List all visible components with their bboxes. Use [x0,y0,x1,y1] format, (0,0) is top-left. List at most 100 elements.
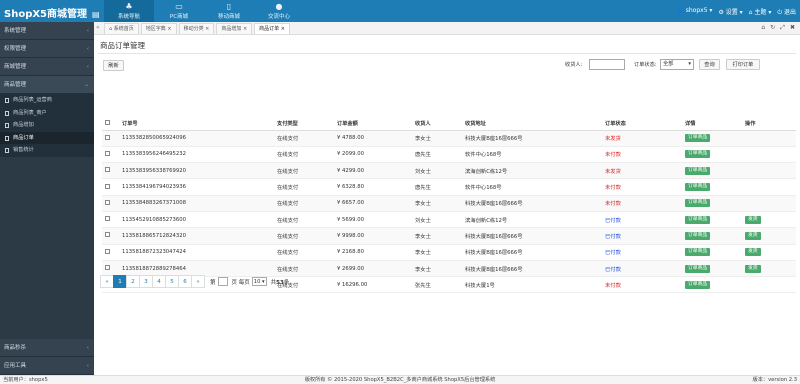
tab-scroll-left-icon[interactable]: « [96,24,100,31]
order-goods-button[interactable]: 订单商品 [685,166,711,175]
exit-button[interactable]: ⏻ 退出 [777,7,796,17]
close-icon[interactable]: × [279,26,285,32]
tab-bar: « ⌂ 系统首页 地区字典 × 移动分类 × 商品增加 × 商品订单 × ⌂ ↻ ⤢ ✖ [94,22,800,35]
tab-item[interactable]: 移动分类 × [178,23,215,34]
table-row: 1135384883267371008 在线支付 ¥ 6657.00 李女士 科技大厦B… [102,195,796,212]
ship-button[interactable]: 发货 [745,215,761,224]
top-nav-label: PC商城 [169,14,189,20]
col-amount: 订单金额 [337,117,415,131]
col-pay-type: 支付类型 [277,117,337,131]
menu-system[interactable]: 系统管理 ‹ [0,22,94,40]
ship-button[interactable]: 发货 [745,248,761,257]
tab-label: 系统首页 [113,26,134,32]
page-last-button[interactable]: » [191,275,205,288]
order-goods-button[interactable]: 订单商品 [685,280,711,289]
status-select[interactable]: 全部 ▾ [660,59,694,70]
receiver-cell: 唐先生 [415,146,465,164]
submenu-item[interactable]: 商品列表_商户 [0,107,94,120]
order-goods-button[interactable]: 订单商品 [685,231,711,240]
page-button[interactable]: 2 [126,275,140,288]
row-checkbox[interactable] [105,199,110,205]
tab-item[interactable]: 商品增加 × [216,23,253,34]
order-goods-button[interactable]: 订单商品 [685,134,711,143]
receiver-input[interactable] [589,59,625,70]
refresh-icon[interactable]: ↻ [770,24,775,32]
select-all-checkbox[interactable] [105,119,110,125]
ship-button[interactable]: 发货 [745,264,761,273]
order-id-cell: 1135384196794023936 [122,178,277,196]
goods-submenu: 商品列表_运营商商品列表_商户 商品增加 商品订单 销售统计 [0,94,94,157]
page-size-select[interactable]: 10 ▾ [251,277,267,286]
print-order-button[interactable]: 打印订单 [726,59,760,70]
order-goods-button[interactable]: 订单商品 [685,264,711,273]
home-icon[interactable]: ⌂ [761,24,765,32]
row-checkbox[interactable] [105,150,110,156]
settings-menu[interactable]: ⚙ 设置 ▾ [718,7,742,17]
row-checkbox[interactable] [105,134,110,140]
top-nav-tree[interactable]: ♣ 系统导航 [104,0,154,22]
tab-item[interactable]: 地区字典 × [140,23,177,34]
chevron-down-icon: ▾ [260,279,265,285]
order-goods-button[interactable]: 订单商品 [685,150,711,159]
menu-mall[interactable]: 商城管理 ‹ [0,58,94,76]
refresh-button[interactable]: 刷新 [103,60,124,71]
submenu-item[interactable]: 商品订单 [0,131,94,144]
order-goods-button[interactable]: 订单商品 [685,215,711,224]
tab-item[interactable]: ⌂ 系统首页 [104,23,139,34]
page-button[interactable]: 1 [113,275,127,288]
pay-type-cell: 在线支付 [277,130,337,147]
row-checkbox[interactable] [105,248,110,254]
submenu-item[interactable]: 销售统计 [0,144,94,157]
page-button[interactable]: 5 [165,275,179,288]
action-cell: 发货 [745,244,796,261]
order-goods-button[interactable]: 订单商品 [685,183,711,192]
row-checkbox[interactable] [105,232,110,238]
receiver-cell: 唐先生 [415,178,465,196]
menu-label: 商品秒杀 [4,345,27,351]
close-icon[interactable]: × [166,26,171,32]
tab-item[interactable]: 商品订单 × [254,23,290,34]
submenu-label: 商品列表_运营商 [13,97,52,103]
menu-goods[interactable]: 商品管理 ⌄ [0,76,94,94]
row-checkbox[interactable] [105,265,110,271]
fullscreen-icon[interactable]: ⤢ [780,24,785,32]
order-id-cell: 1135382850065924096 [122,130,277,147]
order-id-cell: 1135818865712824320 [122,227,277,245]
top-nav-mobile[interactable]: ▯ 移动商城 [204,0,254,22]
top-tools: 👤 shopx5 ▾ ⚙ 设置 ▾ ⌂ 主题 ▾ ⏻ 退出 [676,7,796,17]
menu-tools[interactable]: 应用工具 ‹ [0,357,94,375]
chevron-left-icon: ‹ [86,28,89,34]
order-id-cell: 1135384883267371008 [122,195,277,212]
theme-menu[interactable]: ⌂ 主题 ▾ [749,7,772,17]
top-nav-monitor[interactable]: ▭ PC商城 [154,0,204,22]
row-select-cell [102,146,122,164]
order-goods-button[interactable]: 订单商品 [685,199,711,208]
close-all-icon[interactable]: ✖ [790,24,795,32]
row-checkbox[interactable] [105,167,110,173]
user-menu[interactable]: 👤 shopx5 ▾ [676,7,712,17]
submenu-item[interactable]: 商品增加 [0,119,94,132]
order-goods-button[interactable]: 订单商品 [685,248,711,257]
main-content: 商品订单管理 刷新 收货人: 订单状态: 全部 ▾ 查询 打印订单 订单号 支付类… [94,35,800,375]
ship-button[interactable]: 发货 [745,231,761,240]
status-select-value: 全部 [663,61,674,67]
row-checkbox[interactable] [105,183,110,189]
row-checkbox[interactable] [105,216,110,222]
page-button[interactable]: 4 [152,275,166,288]
goto-page-input[interactable] [217,277,228,286]
status-cell: 未发货 [605,130,685,147]
submenu-item[interactable]: 商品列表_运营商 [0,94,94,107]
menu-permission[interactable]: 权限管理 ‹ [0,40,94,58]
menu-seckill[interactable]: 商品秒杀 ‹ [0,339,94,357]
menu-toggle-icon[interactable]: ▤ [92,10,100,19]
page-first-button[interactable]: « [100,275,114,288]
tab-list: ⌂ 系统首页 地区字典 × 移动分类 × 商品增加 × 商品订单 × [104,23,292,34]
search-button[interactable]: 查询 [699,59,720,70]
page-button[interactable]: 3 [139,275,153,288]
page-button[interactable]: 6 [178,275,192,288]
close-icon[interactable]: × [204,26,209,32]
top-nav-chat[interactable]: ● 交流中心 [254,0,304,22]
detail-cell: 订单商品 [685,162,745,180]
address-cell: 科技大厦B座16层666号 [465,195,605,212]
close-icon[interactable]: × [241,26,247,32]
